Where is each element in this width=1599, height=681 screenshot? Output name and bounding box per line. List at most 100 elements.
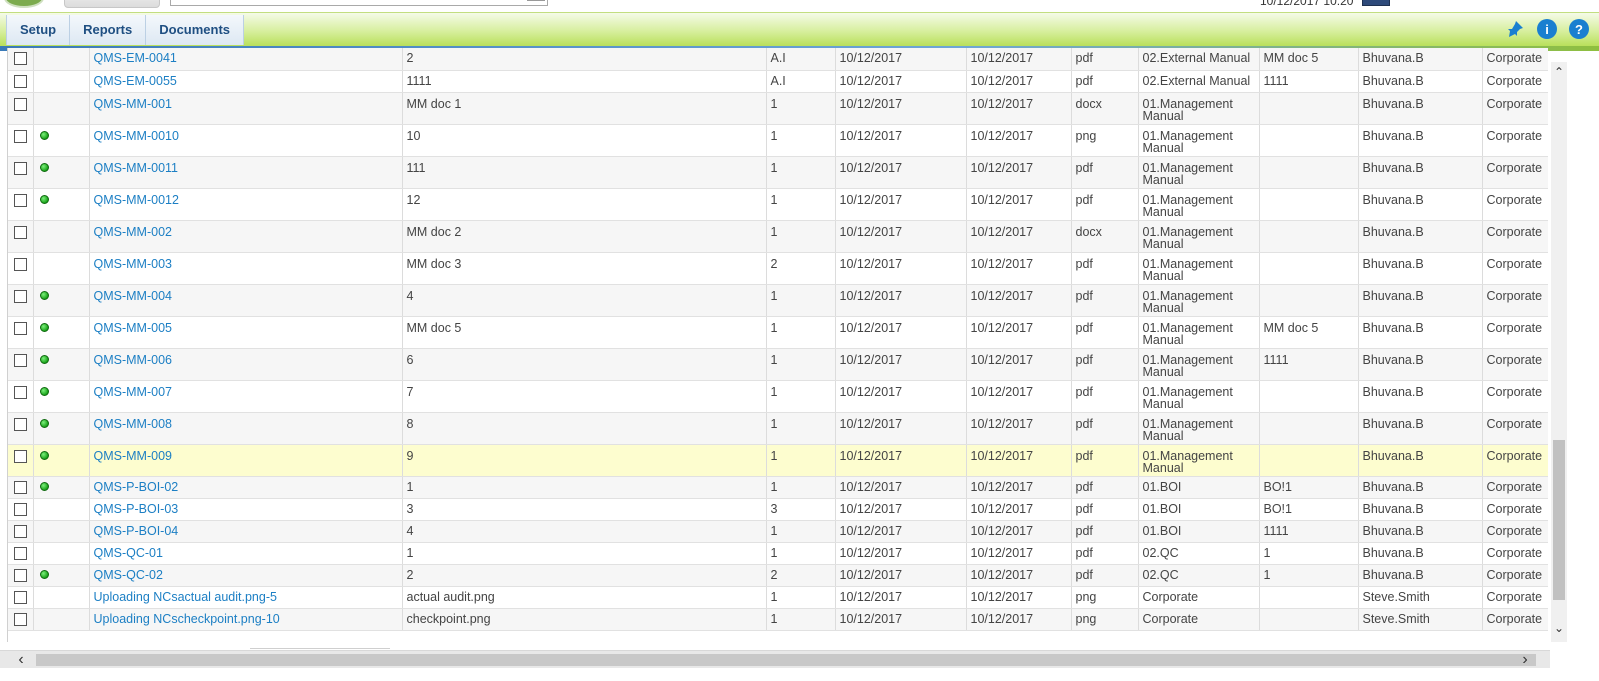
- doc-link[interactable]: Uploading NCscheckpoint.png-10: [94, 612, 280, 626]
- doc-link[interactable]: QMS-MM-006: [94, 353, 172, 367]
- owner-cell: Steve.Smith: [1358, 608, 1483, 631]
- table-row[interactable]: QMS-EM-0041 2 A.I 10/12/2017 10/12/2017 pdf 02…: [8, 48, 1548, 71]
- table-row[interactable]: QMS-MM-0011 111 1 10/12/2017 10/12/2017 pdf 01…: [8, 156, 1548, 189]
- row-checkbox[interactable]: [14, 385, 27, 399]
- table-row[interactable]: QMS-QC-02 2 2 10/12/2017 10/12/2017 pdf 02.QC 1…: [8, 564, 1548, 587]
- row-checkbox[interactable]: [14, 612, 27, 626]
- table-row[interactable]: QMS-P-BOI-04 4 1 10/12/2017 10/12/2017 pdf 01.…: [8, 520, 1548, 543]
- row-checkbox[interactable]: [14, 193, 27, 207]
- row-checkbox[interactable]: [14, 289, 27, 303]
- pin-icon[interactable]: [1505, 19, 1525, 39]
- menu-reports[interactable]: Reports: [70, 15, 147, 45]
- table-row[interactable]: QMS-P-BOI-02 1 1 10/12/2017 10/12/2017 pdf 01.…: [8, 476, 1548, 499]
- doc-link[interactable]: QMS-QC-01: [94, 546, 163, 560]
- date-cell: 10/12/2017: [966, 316, 1072, 349]
- doc-link[interactable]: QMS-MM-009: [94, 449, 172, 463]
- row-checkbox[interactable]: [14, 568, 27, 582]
- scroll-right-icon[interactable]: ›: [1516, 651, 1534, 669]
- table-row[interactable]: QMS-MM-007 7 1 10/12/2017 10/12/2017 pdf 01.Ma…: [8, 380, 1548, 413]
- doc-link[interactable]: QMS-MM-0012: [94, 193, 179, 207]
- doc-link[interactable]: QMS-QC-02: [94, 568, 163, 582]
- search-dropdown-button[interactable]: [527, 0, 545, 1]
- table-row[interactable]: QMS-MM-0012 12 1 10/12/2017 10/12/2017 pdf 01.…: [8, 188, 1548, 221]
- table-row[interactable]: QMS-P-BOI-03 3 3 10/12/2017 10/12/2017 pdf 01.…: [8, 498, 1548, 521]
- row-checkbox[interactable]: [14, 257, 27, 271]
- doc-link[interactable]: QMS-EM-0055: [94, 74, 177, 88]
- vertical-scrollbar[interactable]: ⌃ ⌄: [1551, 62, 1567, 642]
- checkbox-cell: [8, 542, 34, 565]
- doc-link[interactable]: QMS-P-BOI-04: [94, 524, 179, 538]
- row-checkbox[interactable]: [14, 449, 27, 463]
- vertical-scroll-thumb[interactable]: [1553, 440, 1565, 600]
- doc-link[interactable]: QMS-MM-005: [94, 321, 172, 335]
- row-checkbox[interactable]: [14, 353, 27, 367]
- date-cell: 10/12/2017: [835, 444, 967, 477]
- doc-link[interactable]: Uploading NCsactual audit.png-5: [94, 590, 277, 604]
- revision-cell: 1: [766, 444, 836, 477]
- scroll-up-icon[interactable]: ⌃: [1551, 64, 1567, 80]
- row-checkbox[interactable]: [14, 321, 27, 335]
- calendar-button[interactable]: [1362, 0, 1390, 6]
- scroll-down-icon[interactable]: ⌄: [1551, 620, 1567, 636]
- row-checkbox[interactable]: [14, 52, 27, 65]
- table-row[interactable]: QMS-QC-01 1 1 10/12/2017 10/12/2017 pdf 02.QC 1…: [8, 542, 1548, 565]
- owner-cell: Bhuvana.B: [1358, 252, 1483, 285]
- scroll-left-icon[interactable]: ‹: [12, 651, 30, 669]
- doc-id-cell: QMS-EM-0041: [89, 48, 403, 71]
- table-row[interactable]: QMS-MM-002 MM doc 2 1 10/12/2017 10/12/2017 d…: [8, 220, 1548, 253]
- row-checkbox[interactable]: [14, 417, 27, 431]
- doc-link[interactable]: QMS-P-BOI-02: [94, 480, 179, 494]
- doc-id-cell: QMS-QC-01: [89, 542, 403, 565]
- horizontal-scroll-thumb[interactable]: [36, 654, 1536, 666]
- menu-setup[interactable]: Setup: [6, 15, 71, 45]
- doc-link[interactable]: QMS-MM-003: [94, 257, 172, 271]
- doc-link[interactable]: QMS-MM-0010: [94, 129, 179, 143]
- file-type-cell: png: [1071, 586, 1139, 609]
- doc-link[interactable]: QMS-MM-001: [94, 97, 172, 111]
- info-icon[interactable]: i: [1537, 19, 1557, 39]
- reference-cell: [1259, 252, 1359, 285]
- row-checkbox[interactable]: [14, 129, 27, 143]
- date-cell: 10/12/2017: [835, 70, 967, 93]
- owner-cell: Bhuvana.B: [1358, 48, 1483, 71]
- owner-cell: Bhuvana.B: [1358, 284, 1483, 317]
- table-row[interactable]: QMS-MM-004 4 1 10/12/2017 10/12/2017 pdf 01.Ma…: [8, 284, 1548, 317]
- table-row[interactable]: QMS-MM-009 9 1 10/12/2017 10/12/2017 pdf 01.Ma…: [8, 444, 1548, 477]
- table-row[interactable]: QMS-MM-006 6 1 10/12/2017 10/12/2017 pdf 01.Ma…: [8, 348, 1548, 381]
- help-icon[interactable]: ?: [1569, 19, 1589, 39]
- table-row[interactable]: Uploading NCsactual audit.png-5 actual au…: [8, 586, 1548, 609]
- row-checkbox[interactable]: [14, 225, 27, 239]
- row-checkbox[interactable]: [14, 546, 27, 560]
- search-input[interactable]: [170, 0, 548, 6]
- table-row[interactable]: QMS-EM-0055 1111 A.I 10/12/2017 10/12/2017 pd…: [8, 70, 1548, 93]
- doc-link[interactable]: QMS-MM-004: [94, 289, 172, 303]
- reference-cell: MM doc 5: [1259, 316, 1359, 349]
- doc-link[interactable]: QMS-MM-0011: [94, 161, 179, 175]
- doc-link[interactable]: QMS-MM-008: [94, 417, 172, 431]
- doc-id-cell: Uploading NCscheckpoint.png-10: [89, 608, 403, 631]
- table-row[interactable]: QMS-MM-0010 10 1 10/12/2017 10/12/2017 png 01.…: [8, 124, 1548, 157]
- row-checkbox[interactable]: [14, 502, 27, 516]
- table-row[interactable]: QMS-MM-001 MM doc 1 1 10/12/2017 10/12/2017 d…: [8, 92, 1548, 125]
- row-checkbox[interactable]: [14, 161, 27, 175]
- doc-link[interactable]: QMS-MM-007: [94, 385, 172, 399]
- horizontal-scrollbar[interactable]: ‹ ›: [0, 650, 1550, 668]
- doc-link[interactable]: QMS-EM-0041: [94, 51, 177, 65]
- row-checkbox[interactable]: [14, 74, 27, 88]
- table-row[interactable]: QMS-MM-003 MM doc 3 2 10/12/2017 10/12/2017 p…: [8, 252, 1548, 285]
- owner-cell: Bhuvana.B: [1358, 520, 1483, 543]
- doc-link[interactable]: QMS-MM-002: [94, 225, 172, 239]
- row-checkbox[interactable]: [14, 480, 27, 494]
- table-row[interactable]: Uploading NCscheckpoint.png-10 checkpoint…: [8, 608, 1548, 631]
- doc-link[interactable]: QMS-P-BOI-03: [94, 502, 179, 516]
- row-checkbox[interactable]: [14, 97, 27, 111]
- menu-documents[interactable]: Documents: [146, 15, 245, 45]
- row-checkbox[interactable]: [14, 590, 27, 604]
- table-row[interactable]: QMS-MM-008 8 1 10/12/2017 10/12/2017 pdf 01.Ma…: [8, 412, 1548, 445]
- row-checkbox[interactable]: [14, 524, 27, 538]
- checkbox-cell: [8, 156, 34, 189]
- top-button[interactable]: [64, 0, 160, 8]
- status-dot-icon: [39, 322, 49, 332]
- status-cell: [33, 220, 90, 253]
- table-row[interactable]: QMS-MM-005 MM doc 5 1 10/12/2017 10/12/2017 p…: [8, 316, 1548, 349]
